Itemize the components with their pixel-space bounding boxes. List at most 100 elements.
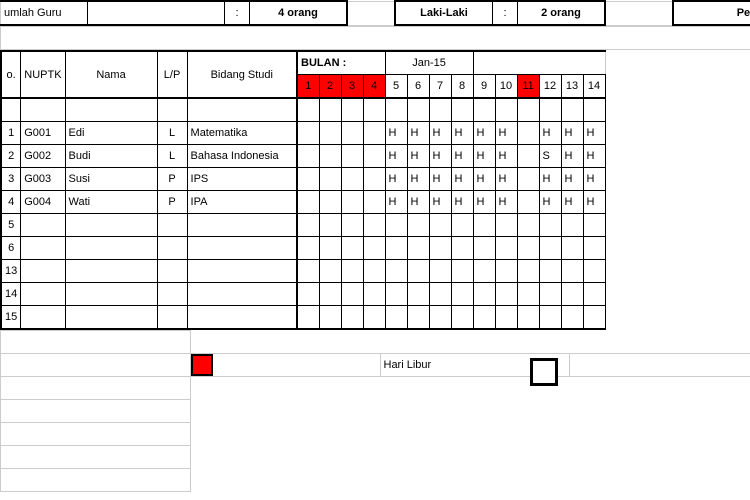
attendance-cell[interactable]: [517, 214, 539, 237]
cell[interactable]: Matematika: [187, 122, 297, 145]
attendance-cell[interactable]: [407, 237, 429, 260]
attendance-cell[interactable]: H: [451, 168, 473, 191]
attendance-cell[interactable]: [561, 260, 583, 283]
cell[interactable]: [157, 237, 187, 260]
attendance-cell[interactable]: H: [429, 168, 451, 191]
attendance-cell[interactable]: H: [407, 145, 429, 168]
attendance-cell[interactable]: [297, 283, 319, 306]
cell[interactable]: [65, 260, 157, 283]
attendance-cell[interactable]: [451, 237, 473, 260]
attendance-cell[interactable]: [385, 260, 407, 283]
attendance-cell[interactable]: H: [407, 122, 429, 145]
cell[interactable]: 4: [1, 191, 21, 214]
cell[interactable]: [157, 306, 187, 330]
cell[interactable]: G004: [21, 191, 65, 214]
cell[interactable]: [21, 306, 65, 330]
attendance-cell[interactable]: [341, 260, 363, 283]
attendance-cell[interactable]: [319, 306, 341, 330]
attendance-cell[interactable]: [341, 237, 363, 260]
attendance-cell[interactable]: H: [451, 122, 473, 145]
attendance-cell[interactable]: [473, 306, 495, 330]
cell[interactable]: [187, 283, 297, 306]
attendance-cell[interactable]: [297, 122, 319, 145]
cell[interactable]: G002: [21, 145, 65, 168]
attendance-cell[interactable]: [583, 237, 605, 260]
attendance-cell[interactable]: [539, 283, 561, 306]
cell[interactable]: Wati: [65, 191, 157, 214]
cell[interactable]: [187, 237, 297, 260]
attendance-cell[interactable]: [341, 306, 363, 330]
cell[interactable]: [21, 237, 65, 260]
attendance-cell[interactable]: [561, 237, 583, 260]
attendance-cell[interactable]: H: [495, 168, 517, 191]
cell[interactable]: [21, 214, 65, 237]
cell[interactable]: [65, 283, 157, 306]
attendance-cell[interactable]: H: [429, 145, 451, 168]
cell[interactable]: 14: [1, 283, 21, 306]
attendance-cell[interactable]: [473, 260, 495, 283]
attendance-cell[interactable]: H: [583, 145, 605, 168]
attendance-cell[interactable]: H: [539, 168, 561, 191]
cell[interactable]: IPS: [187, 168, 297, 191]
attendance-cell[interactable]: H: [561, 122, 583, 145]
cell[interactable]: 3: [1, 168, 21, 191]
attendance-cell[interactable]: [407, 260, 429, 283]
attendance-cell[interactable]: [561, 283, 583, 306]
attendance-cell[interactable]: [407, 283, 429, 306]
attendance-cell[interactable]: [297, 260, 319, 283]
attendance-cell[interactable]: [517, 260, 539, 283]
attendance-cell[interactable]: H: [539, 122, 561, 145]
attendance-cell[interactable]: H: [385, 122, 407, 145]
attendance-cell[interactable]: H: [407, 168, 429, 191]
attendance-cell[interactable]: [429, 260, 451, 283]
cell[interactable]: Edi: [65, 122, 157, 145]
attendance-cell[interactable]: [517, 122, 539, 145]
attendance-cell[interactable]: H: [583, 191, 605, 214]
attendance-cell[interactable]: [297, 191, 319, 214]
attendance-cell[interactable]: [473, 283, 495, 306]
attendance-cell[interactable]: [297, 237, 319, 260]
attendance-cell[interactable]: H: [473, 168, 495, 191]
attendance-cell[interactable]: S: [539, 145, 561, 168]
attendance-cell[interactable]: [429, 237, 451, 260]
cell[interactable]: [21, 260, 65, 283]
attendance-cell[interactable]: [407, 214, 429, 237]
cell[interactable]: [65, 306, 157, 330]
attendance-cell[interactable]: H: [495, 122, 517, 145]
attendance-cell[interactable]: H: [429, 122, 451, 145]
attendance-cell[interactable]: H: [473, 191, 495, 214]
attendance-cell[interactable]: [539, 306, 561, 330]
attendance-cell[interactable]: [341, 283, 363, 306]
attendance-cell[interactable]: [517, 237, 539, 260]
cell[interactable]: 1: [1, 122, 21, 145]
cell[interactable]: P: [157, 191, 187, 214]
attendance-cell[interactable]: [451, 260, 473, 283]
attendance-cell[interactable]: [495, 260, 517, 283]
attendance-cell[interactable]: [583, 306, 605, 330]
attendance-cell[interactable]: [583, 283, 605, 306]
attendance-cell[interactable]: [429, 306, 451, 330]
attendance-cell[interactable]: [429, 283, 451, 306]
attendance-cell[interactable]: H: [473, 122, 495, 145]
attendance-cell[interactable]: [495, 306, 517, 330]
cell[interactable]: [187, 214, 297, 237]
attendance-cell[interactable]: [517, 168, 539, 191]
attendance-cell[interactable]: [583, 214, 605, 237]
cell[interactable]: [187, 260, 297, 283]
attendance-cell[interactable]: [319, 237, 341, 260]
cell[interactable]: L: [157, 122, 187, 145]
attendance-cell[interactable]: [363, 214, 385, 237]
attendance-cell[interactable]: [341, 145, 363, 168]
attendance-cell[interactable]: H: [451, 191, 473, 214]
attendance-cell[interactable]: H: [583, 122, 605, 145]
attendance-cell[interactable]: [539, 260, 561, 283]
cell[interactable]: [157, 260, 187, 283]
attendance-cell[interactable]: [319, 122, 341, 145]
cell[interactable]: Susi: [65, 168, 157, 191]
cell[interactable]: 2: [1, 145, 21, 168]
cell[interactable]: [21, 283, 65, 306]
attendance-cell[interactable]: [319, 214, 341, 237]
attendance-cell[interactable]: [473, 214, 495, 237]
cell[interactable]: 15: [1, 306, 21, 330]
attendance-cell[interactable]: H: [561, 191, 583, 214]
